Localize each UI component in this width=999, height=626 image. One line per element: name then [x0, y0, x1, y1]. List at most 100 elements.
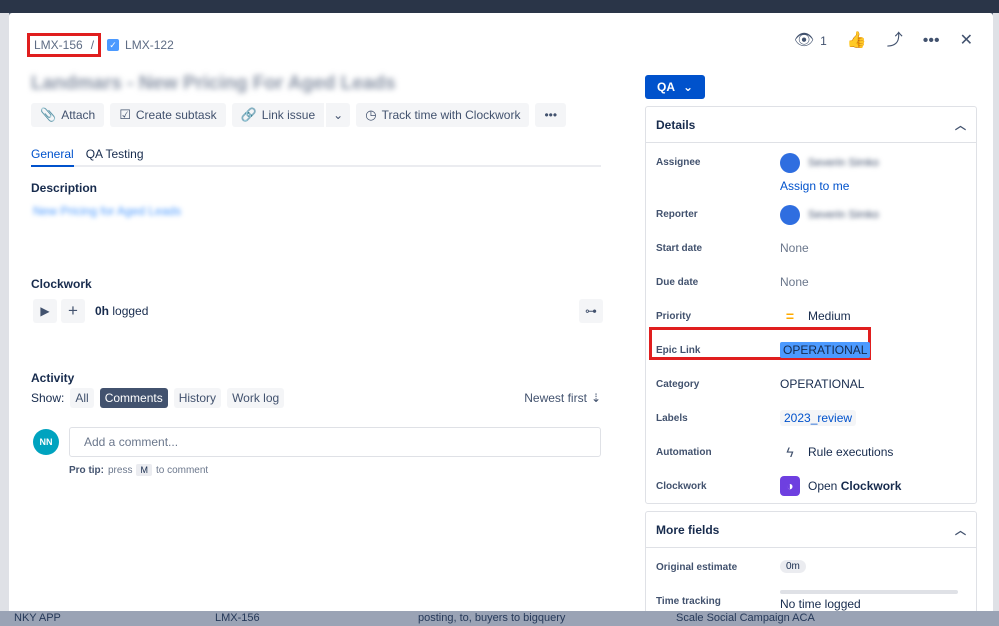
link-issue-dropdown[interactable]: ⌄ [325, 103, 351, 127]
clockwork-name: Clockwork [840, 479, 902, 493]
status-dropdown[interactable]: QA ⌄ [645, 75, 706, 99]
time-tracking-bar[interactable] [780, 590, 958, 594]
breadcrumb-separator: / [90, 38, 95, 52]
add-worklog-button[interactable]: + [61, 299, 85, 323]
chevron-up-icon: ︿ [955, 524, 966, 537]
breadcrumb: LMX-156 / ✓ LMX-122 [27, 33, 174, 57]
priority-label: Priority [656, 311, 692, 322]
protip-press: press [108, 464, 133, 476]
link-icon: 🔗 [240, 107, 257, 122]
activity-heading: Activity [31, 371, 75, 385]
automation-label: Automation [656, 447, 712, 458]
details-heading: Details [656, 117, 696, 132]
epic-tag: OPERATIONAL [780, 342, 871, 358]
clockwork-heading: Clockwork [31, 277, 92, 291]
link-issue-label: Link issue [261, 108, 316, 122]
tab-general[interactable]: General [31, 147, 74, 167]
modal-topbar: LMX-156 / ✓ LMX-122 👁 1 👍 ⤴ ••• ✕ [9, 13, 993, 73]
details-panel: Details ︿ Assignee Severin Simko Assign … [645, 106, 977, 504]
issue-tabs: General QA Testing [31, 147, 601, 167]
priority-text: Medium [808, 309, 851, 323]
more-fields-header[interactable]: More fields ︿ [646, 512, 976, 548]
original-estimate-label: Original estimate [656, 562, 738, 573]
more-fields-panel: More fields ︿ Original estimate 0m Time … [645, 511, 977, 626]
comment-input[interactable]: Add a comment... [69, 427, 601, 457]
background-text: posting, to, buyers to bigquery [418, 612, 566, 624]
more-fields-heading: More fields [656, 522, 720, 537]
epic-link-label: Epic Link [656, 345, 701, 356]
close-icon[interactable]: ✕ [960, 33, 973, 49]
avatar [780, 153, 800, 173]
filter-all[interactable]: All [70, 388, 94, 408]
time-tracking-label: Time tracking [656, 596, 721, 607]
track-time-button[interactable]: ◷ Track time with Clockwork [356, 103, 530, 127]
share-icon[interactable]: ⤴ [887, 33, 903, 49]
link-issue-button[interactable]: 🔗 Link issue [231, 103, 325, 127]
play-icon: ▶ [40, 304, 50, 318]
estimate-badge: 0m [780, 560, 806, 573]
watch-button[interactable]: 👁 1 [794, 33, 827, 49]
priority-medium-icon: = [785, 308, 795, 324]
issue-title[interactable]: Landmars - New Pricing For Aged Leads [31, 73, 396, 95]
time-tracking-value: No time logged [780, 597, 861, 611]
clockwork-logo-icon: ◑ [780, 476, 800, 496]
category-value[interactable]: OPERATIONAL [780, 377, 864, 391]
thumbs-up-icon[interactable]: 👍 [847, 33, 867, 49]
play-button[interactable]: ▶ [33, 299, 57, 323]
filter-history[interactable]: History [173, 388, 222, 408]
labels-label: Labels [656, 413, 688, 424]
parent-issue-link[interactable]: LMX-156 [34, 38, 83, 52]
track-time-label: Track time with Clockwork [381, 108, 521, 122]
protip-suffix: to comment [155, 464, 209, 476]
avatar: NN [33, 429, 59, 455]
sort-toggle[interactable]: Newest first ⇣ [524, 391, 601, 405]
hierarchy-button[interactable]: ⊶ [579, 299, 603, 323]
current-issue-link[interactable]: LMX-122 [125, 38, 174, 52]
details-header[interactable]: Details ︿ [646, 107, 976, 143]
priority-value[interactable]: = Medium [780, 308, 851, 324]
category-label: Category [656, 379, 700, 390]
labels-value[interactable]: 2023_review [780, 410, 857, 426]
lightning-icon: ϟ [786, 444, 794, 460]
clockwork-timer: ▶ + 0h logged ⊶ [33, 299, 603, 323]
filter-comments[interactable]: Comments [99, 388, 168, 408]
eye-icon: 👁 [793, 32, 815, 49]
original-estimate-value[interactable]: 0m [780, 560, 806, 573]
assignee-name: Severin Simko [808, 157, 879, 169]
automation-value[interactable]: ϟ Rule executions [780, 444, 893, 460]
assignee-value[interactable]: Severin Simko [780, 153, 879, 173]
status-label: QA [657, 80, 675, 94]
logged-time: 0h logged [95, 304, 148, 318]
label-tag[interactable]: 2023_review [780, 410, 857, 426]
show-label: Show: [31, 391, 65, 405]
filter-work-log[interactable]: Work log [227, 388, 285, 408]
clockwork-field-label: Clockwork [656, 481, 707, 492]
create-subtask-button[interactable]: ☑ Create subtask [110, 103, 226, 127]
clock-icon: ◷ [365, 107, 377, 122]
rule-executions: Rule executions [808, 445, 894, 459]
more-icon[interactable]: ••• [923, 33, 940, 49]
chevron-down-icon: ⌄ [683, 80, 694, 94]
chevron-down-icon: ⌄ [333, 108, 344, 122]
epic-link-value[interactable]: OPERATIONAL [780, 342, 871, 358]
logged-value: 0h [95, 304, 110, 318]
tab-qa-testing[interactable]: QA Testing [86, 147, 144, 165]
due-date-value[interactable]: None [780, 275, 809, 289]
issue-modal: LMX-156 / ✓ LMX-122 👁 1 👍 ⤴ ••• ✕ Landma… [9, 13, 993, 626]
description-text[interactable]: New Pricing for Aged Leads [33, 204, 181, 218]
sort-label: Newest first [524, 391, 587, 405]
open-clockwork-link[interactable]: ◑ Open Clockwork [780, 476, 901, 496]
backdrop-right-edge [993, 13, 999, 626]
reporter-label: Reporter [656, 209, 698, 220]
action-toolbar: 📎 Attach ☑ Create subtask 🔗 Link issue ⌄… [31, 103, 567, 127]
due-date-label: Due date [656, 277, 699, 288]
start-date-value[interactable]: None [780, 241, 809, 255]
background-text: Scale Social Campaign ACA [676, 612, 815, 624]
assign-to-me-link[interactable]: Assign to me [780, 179, 849, 193]
reporter-value[interactable]: Severin Simko [780, 205, 879, 225]
subtask-type-icon: ✓ [107, 39, 120, 51]
more-actions-button[interactable]: ••• [535, 103, 567, 127]
top-actions: 👁 1 👍 ⤴ ••• ✕ [794, 33, 973, 49]
attach-button[interactable]: 📎 Attach [31, 103, 105, 127]
pro-tip: Pro tip: press M to comment [69, 464, 208, 476]
